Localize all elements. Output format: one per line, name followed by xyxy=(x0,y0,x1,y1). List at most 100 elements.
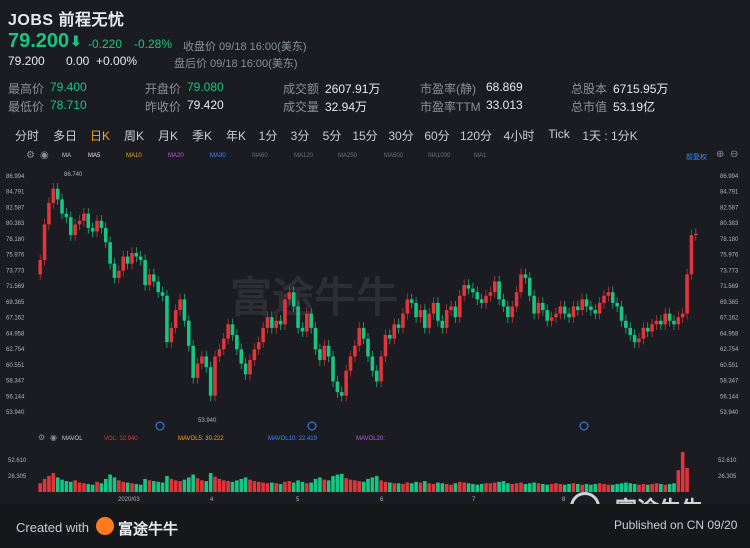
candle xyxy=(541,302,545,311)
candle xyxy=(283,299,287,325)
tab-multi-day[interactable]: 多日 xyxy=(50,123,80,147)
ma1-label: MA1 xyxy=(474,153,487,159)
candle xyxy=(379,356,383,382)
candle xyxy=(287,292,292,300)
stat-label-market-cap: 总市值 xyxy=(571,100,608,114)
volume-bar xyxy=(606,484,611,492)
vol-settings-gear-icon[interactable]: ⚙ xyxy=(38,434,45,442)
volume-bar xyxy=(541,484,545,492)
volume-bar xyxy=(423,481,427,492)
candle xyxy=(589,306,593,311)
volume-bar xyxy=(204,481,209,492)
volume-bar xyxy=(256,481,261,492)
tab-month-k[interactable]: 月K xyxy=(154,123,182,147)
tab-week-k[interactable]: 周K xyxy=(120,123,148,147)
volume-bar xyxy=(571,483,576,492)
tab-day-k[interactable]: 日K xyxy=(86,123,114,147)
volume-bar xyxy=(309,482,313,492)
volume-bar xyxy=(527,483,532,492)
stat-value-pe-static: 68.869 xyxy=(486,80,523,94)
tab-tick[interactable]: Tick xyxy=(544,123,574,147)
last-price: 79.200 xyxy=(8,30,70,52)
settings-gear-icon[interactable]: ⚙ xyxy=(26,150,35,161)
volume-bar xyxy=(414,481,418,492)
price-axis-label: 64.958 xyxy=(6,331,25,337)
candle xyxy=(449,306,453,311)
volume-bar xyxy=(55,477,60,492)
candle xyxy=(270,317,274,328)
volume-bar xyxy=(226,481,230,492)
tab-60min[interactable]: 60分 xyxy=(422,123,452,147)
candle xyxy=(226,324,230,339)
volume-bar xyxy=(38,483,42,492)
tab-4hour[interactable]: 4小时 xyxy=(500,123,538,147)
candle xyxy=(606,292,611,296)
stat-value-high: 79.400 xyxy=(50,80,87,94)
price-axis-label: 78.180 xyxy=(6,237,25,243)
candle xyxy=(86,213,91,228)
price-axis-label: 86.994 xyxy=(6,174,25,180)
candle xyxy=(165,295,169,343)
candle xyxy=(571,306,576,318)
tab-5min[interactable]: 5分 xyxy=(320,123,344,147)
volume-bar xyxy=(112,477,117,492)
price-axis-label: 75.976 xyxy=(6,253,25,259)
high-price-mark: 86.740 xyxy=(64,172,83,178)
candle xyxy=(353,345,357,357)
candle xyxy=(383,335,388,357)
tab-quarter-k[interactable]: 季K xyxy=(188,123,216,147)
candle xyxy=(344,370,348,396)
tab-15min[interactable]: 15分 xyxy=(350,123,380,147)
candle xyxy=(453,306,458,318)
volume-bar xyxy=(278,484,283,492)
tab-1min[interactable]: 1分 xyxy=(256,123,280,147)
volume-bar xyxy=(597,483,602,492)
volume-bar xyxy=(471,484,475,492)
mavol10-value: MAVOL10: 22.419 xyxy=(268,436,318,442)
price-change: -0.220 xyxy=(88,37,123,51)
candle xyxy=(348,356,353,371)
tab-timeshare[interactable]: 分时 xyxy=(12,123,42,147)
candle xyxy=(492,281,497,293)
volume-bar xyxy=(680,452,685,492)
eye-icon[interactable]: ◉ xyxy=(40,150,49,161)
volume-bar xyxy=(103,478,108,492)
zoom-in-icon[interactable]: ⊕ xyxy=(716,149,724,160)
price-axis-label: 71.569 xyxy=(6,284,25,290)
volume-bar xyxy=(265,483,270,492)
candle xyxy=(187,320,191,346)
zoom-out-icon[interactable]: ⊖ xyxy=(730,149,738,160)
volume-bar xyxy=(650,484,654,492)
tab-30min[interactable]: 30分 xyxy=(386,123,416,147)
volume-bar xyxy=(86,484,91,492)
tab-year-k[interactable]: 年K xyxy=(222,123,250,147)
kline-chart[interactable]: 86.994 84.791 82.587 80.383 78.180 75.976 73.7… xyxy=(0,164,750,434)
volume-bar xyxy=(567,484,571,492)
price-axis-label: 69.365 xyxy=(6,300,25,306)
vol-eye-icon[interactable]: ◉ xyxy=(50,434,57,442)
candle xyxy=(615,302,619,307)
candle xyxy=(147,274,152,286)
tab-120min[interactable]: 120分 xyxy=(458,123,494,147)
tab-3min[interactable]: 3分 xyxy=(288,123,312,147)
candle xyxy=(506,306,510,318)
candle xyxy=(475,292,480,300)
volume-bar xyxy=(60,479,64,492)
volume-bar xyxy=(458,481,462,492)
stat-value-low: 78.710 xyxy=(50,98,87,112)
volume-bar xyxy=(147,480,152,492)
candle xyxy=(318,349,322,361)
down-arrow-icon: ⬇ xyxy=(70,33,82,49)
candle xyxy=(532,295,536,314)
price-adjust-toggle[interactable]: 前复权 xyxy=(686,152,707,162)
price-axis-label: 82.587 xyxy=(720,205,739,211)
price-axis-label: 58.347 xyxy=(6,379,25,385)
candle xyxy=(650,324,654,332)
candle xyxy=(632,335,637,343)
volume-bar xyxy=(492,482,497,492)
candle xyxy=(130,252,134,264)
candle xyxy=(51,188,56,203)
mavol20-value: MAVOL20: xyxy=(356,436,385,442)
volume-bar xyxy=(672,483,676,492)
tab-multi-period[interactable]: 1天 : 1分K xyxy=(578,123,642,147)
